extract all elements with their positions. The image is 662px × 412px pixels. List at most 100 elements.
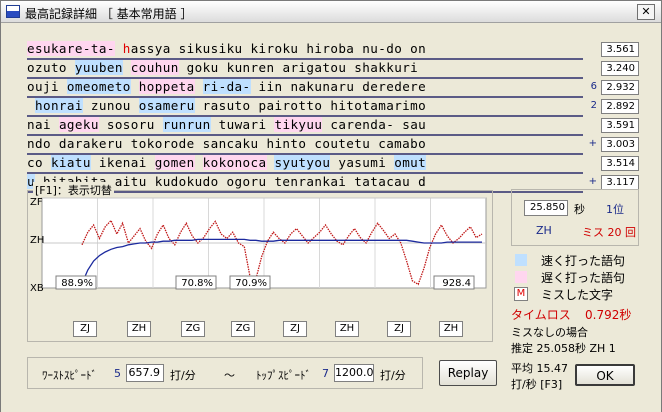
graph-readout: 70.8% <box>181 278 213 289</box>
app-icon <box>6 5 20 18</box>
line-mark: 2 <box>590 100 597 111</box>
top-speed-rank: 7 <box>322 367 329 380</box>
record-detail-window: 最高記録詳細 ［ 基本常用語 ］ ✕ esukare-ta- hassya si… <box>0 0 662 412</box>
segment <box>27 98 35 113</box>
segment: iin nakunaru deredere <box>250 79 427 94</box>
segment-fast: kiatu <box>50 155 91 170</box>
graph-readout: 88.9% <box>61 278 93 289</box>
record-time-unit: 秒 <box>574 203 585 216</box>
estimate-text: 推定 25.058秒 ZH 1 <box>511 342 616 355</box>
timeloss-row: タイムロス 0.792秒 <box>511 306 651 322</box>
line-mark: + <box>588 176 597 187</box>
text-line: ouji omeometo hoppeta ri-da- iin nakunar… <box>27 79 583 98</box>
replay-button[interactable]: Replay <box>439 360 497 386</box>
tilde: ～ <box>224 369 235 382</box>
window-title: 最高記録詳細 ［ 基本常用語 ］ <box>25 7 193 21</box>
rank-marker: ZH <box>335 321 359 337</box>
legend-miss: M ミスした文字 <box>511 286 651 302</box>
legend-fast: 速く打った語句 <box>511 252 651 268</box>
line-time-row: 2 2.892 <box>579 98 639 117</box>
segment-fast: runrun <box>162 117 211 132</box>
line-time-row: 3.240 <box>579 60 639 79</box>
segment: ndo darakeru tokorode sancaku hinto cout… <box>27 136 427 151</box>
line-mark: 6 <box>590 81 597 92</box>
segment-fast: honrai <box>34 98 83 113</box>
segment: co <box>27 155 51 170</box>
record-rank: 1位 <box>606 203 624 216</box>
segment: tuwari <box>210 117 275 132</box>
worst-speed-unit: 打/分 <box>170 369 196 382</box>
segment-slow: esukare-ta- <box>27 41 115 56</box>
segment-miss: h <box>122 41 131 56</box>
line-time-value: 2.932 <box>601 80 639 95</box>
estimate-row: 推定 25.058秒 ZH 1 <box>511 340 651 356</box>
line-time-value: 3.561 <box>601 42 639 57</box>
top-speed-value: 1200.0 <box>334 364 374 382</box>
rank-marker: ZJ <box>73 321 97 337</box>
legend-fast-label: 速く打った語句 <box>541 254 626 268</box>
y-label-mid: ZH <box>30 235 44 246</box>
line-time-row: 3.591 <box>579 117 639 136</box>
segment <box>195 79 203 94</box>
legend-slow-label: 遅く打った語句 <box>541 271 626 285</box>
record-summary-box: 25.850 秒 1位 ZH ミス 20 回 <box>511 189 639 246</box>
timeloss-label: タイムロス <box>511 308 571 322</box>
segment-fast: osameru <box>138 98 195 113</box>
average-text: 平均 15.47 <box>511 362 568 375</box>
segment <box>195 155 203 170</box>
speed-graph: ZF ZH XB 88.9% 70.8% 70.9% 928.4 <box>30 197 487 294</box>
segment: ikenai <box>90 155 155 170</box>
miss-marker-icon: M <box>514 287 528 301</box>
y-label-top: ZF <box>30 197 43 208</box>
ok-button[interactable]: OK <box>575 364 635 386</box>
rank-marker: ZG <box>231 321 255 337</box>
close-icon[interactable]: ✕ <box>637 4 655 20</box>
no-miss-row: ミスなしの場合 <box>511 324 651 340</box>
line-time-row: +3.003 <box>579 136 639 155</box>
record-miss-count: ミス 20 回 <box>582 226 636 239</box>
rank-marker: ZH <box>127 321 151 337</box>
top-speed-unit: 打/分 <box>380 369 406 382</box>
segment-fast: syutyou <box>274 155 331 170</box>
line-time-value: 3.514 <box>601 156 639 171</box>
segment-fast: omeometo <box>66 79 131 94</box>
rank-marker: ZJ <box>387 321 411 337</box>
segment-slow: hoppeta <box>138 79 195 94</box>
segment-slow: kokonoca <box>202 155 267 170</box>
rank-marker: ZG <box>181 321 205 337</box>
segment: ouji <box>27 79 67 94</box>
title-bar: 最高記録詳細 ［ 基本常用語 ］ ✕ <box>1 1 661 23</box>
line-time-row: 6 2.932 <box>579 79 639 98</box>
line-time-value: 3.003 <box>601 137 639 152</box>
segment-slow: ageku <box>58 117 99 132</box>
segment: assya sikusiku kiroku hiroba nu-do on <box>130 41 427 56</box>
worst-speed-rank: 5 <box>114 367 121 380</box>
line-time-row: 3.561 <box>579 41 639 60</box>
text-line: honrai zunou osameru rasuto pairotto hit… <box>27 98 583 117</box>
average-unit: 打/秒 [F3] <box>511 378 563 391</box>
graph-readout: 928.4 <box>442 278 471 289</box>
speed-graph-frame: [F1]：表示切替 ZF ZH XB 88.9% 70.8% 70.9% 928.4 <box>27 182 493 342</box>
record-grade: ZH <box>536 224 552 237</box>
rank-marker: ZJ <box>283 321 307 337</box>
segment-slow: tikyuu <box>274 117 323 132</box>
segment <box>131 79 139 94</box>
text-line: esukare-ta- hassya sikusiku kiroku hirob… <box>27 41 583 60</box>
fast-swatch <box>515 254 527 266</box>
y-label-bottom: XB <box>30 283 44 294</box>
no-miss-label: ミスなしの場合 <box>511 326 588 339</box>
segment-fast: ri-da- <box>202 79 251 94</box>
line-mark: + <box>588 138 597 149</box>
top-speed-label: ﾄｯﾌﾟｽﾋﾟｰﾄﾞ <box>256 369 311 382</box>
segment: carenda- sau <box>322 117 427 132</box>
text-line: ozuto yuuben couhun goku kunren arigatou… <box>27 60 583 79</box>
segment: sosoru <box>98 117 163 132</box>
segment-slow: couhun <box>130 60 179 75</box>
segment: rasuto pairotto hitotamarimo <box>194 98 427 113</box>
line-time-value: 3.117 <box>601 175 639 190</box>
slow-swatch <box>515 271 527 283</box>
speed-box: ﾜｰｽﾄｽﾋﾟｰﾄﾞ 5 657.9 打/分 ～ ﾄｯﾌﾟｽﾋﾟｰﾄﾞ 7 12… <box>27 357 423 389</box>
timeloss-value: 0.792秒 <box>585 308 632 322</box>
line-time-value: 3.240 <box>601 61 639 76</box>
legend-miss-label: ミスした文字 <box>541 288 614 302</box>
